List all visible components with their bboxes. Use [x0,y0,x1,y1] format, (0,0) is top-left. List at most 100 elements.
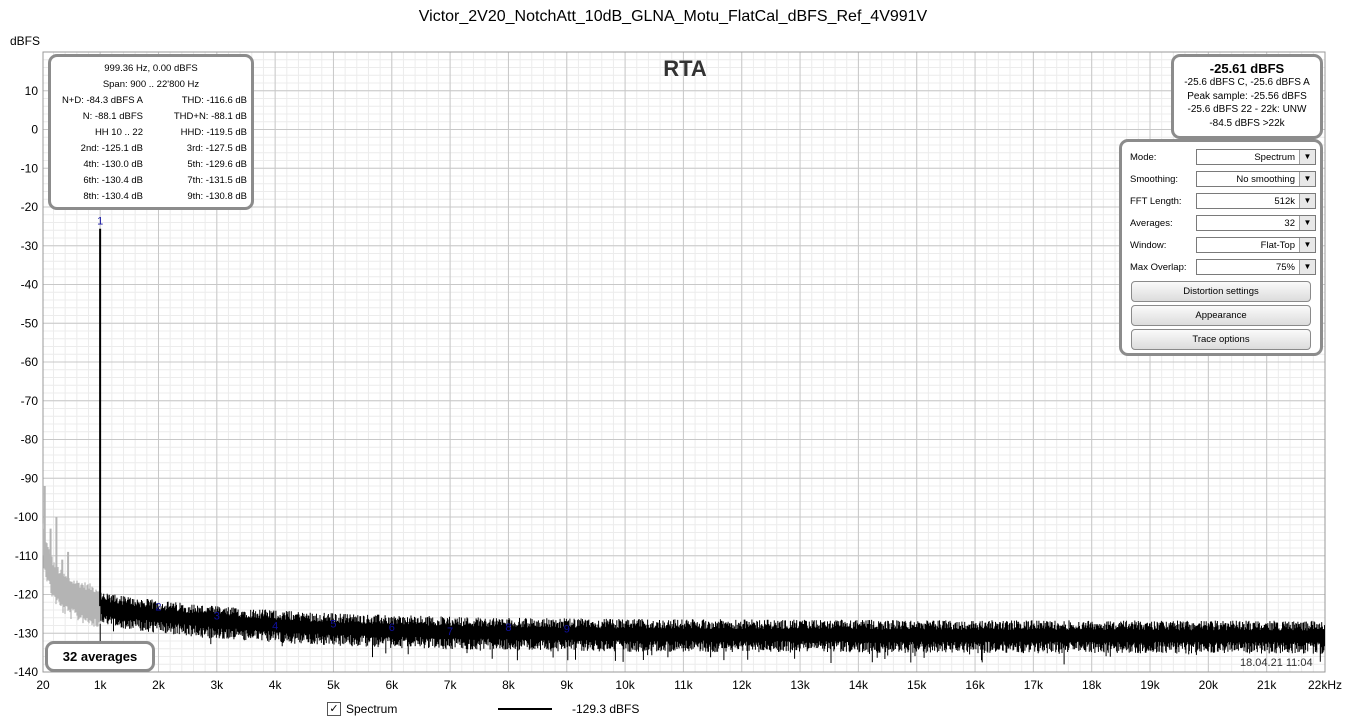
y-tick-label: -120 [14,588,38,602]
harmonic-5-readout: 5th: -129.6 dB [187,159,247,170]
fft-length-select[interactable]: 512k ▼ [1196,193,1316,209]
appearance-button[interactable]: Appearance [1131,305,1311,326]
x-tick-label: 5k [327,678,341,692]
chevron-down-icon[interactable]: ▼ [1299,150,1315,164]
x-tick-label: 14k [849,678,869,692]
averages-select[interactable]: 32 ▼ [1196,215,1316,231]
harmonic-marker-label: 6 [389,622,395,634]
chevron-down-icon[interactable]: ▼ [1299,172,1315,186]
x-tick-label: 7k [444,678,458,692]
y-tick-label: -130 [14,626,38,640]
harmonic-marker-label: 8 [505,622,511,634]
x-tick-label: 16k [965,678,985,692]
window-select[interactable]: Flat-Top ▼ [1196,237,1316,253]
averages-value: 32 [1284,218,1295,229]
x-tick-label: 21k [1257,678,1277,692]
max-overlap-value: 75% [1275,262,1295,273]
level-main-readout: -25.61 dBFS [1209,61,1285,76]
distortion-settings-button[interactable]: Distortion settings [1131,281,1311,302]
y-tick-label: -60 [21,355,39,369]
fft-length-value: 512k [1274,196,1295,207]
smoothing-select[interactable]: No smoothing ▼ [1196,171,1316,187]
x-tick-label: 13k [790,678,810,692]
rta-controls-panel: Mode: Spectrum ▼ Smoothing: No smoothing ▼… [1119,139,1323,356]
legend-line-swatch [498,708,552,710]
x-tick-label: 9k [560,678,574,692]
noise-readout: N: -88.1 dBFS [82,111,143,122]
averages-count-badge: 32 averages [45,641,155,672]
mode-value: Spectrum [1254,152,1295,163]
chevron-down-icon[interactable]: ▼ [1299,260,1315,274]
x-tick-label: 2k [152,678,166,692]
harmonic-marker-label: 7 [447,626,453,638]
mode-select[interactable]: Spectrum ▼ [1196,149,1316,165]
y-tick-label: -90 [21,471,39,485]
level-readout-panel: -25.61 dBFS -25.6 dBFS C, -25.6 dBFS A P… [1171,54,1323,139]
x-tick-label: 1k [94,678,108,692]
band-level-readout: -25.6 dBFS 22 - 22k: UNW [1187,104,1307,115]
checkmark-icon: ✓ [329,703,339,715]
span-readout: Span: 900 .. 22'800 Hz [102,79,200,90]
spectrum-checkbox[interactable]: ✓ [327,702,341,716]
averages-row: Averages: 32 ▼ [1130,215,1316,233]
hhd-readout: HHD: -119.5 dB [180,127,247,138]
chevron-down-icon[interactable]: ▼ [1299,238,1315,252]
level-weighted-readout: -25.6 dBFS C, -25.6 dBFS A [1184,77,1310,88]
fft-length-row: FFT Length: 512k ▼ [1130,193,1316,211]
smoothing-value: No smoothing [1236,174,1295,185]
mode-row: Mode: Spectrum ▼ [1130,149,1316,167]
thd-readout: THD: -116.6 dB [181,95,247,106]
harmonic-marker-label: 9 [564,623,570,635]
x-tick-label: 19k [1140,678,1160,692]
x-tick-label: 20k [1199,678,1219,692]
x-tick-label: 6k [385,678,399,692]
max-overlap-select[interactable]: 75% ▼ [1196,259,1316,275]
x-tick-label: 15k [907,678,927,692]
x-tick-label: 20 [36,678,50,692]
rta-watermark: RTA [663,56,707,81]
y-tick-label: -140 [14,665,38,679]
trace-options-button[interactable]: Trace options [1131,329,1311,350]
y-tick-label: -40 [21,278,39,292]
y-tick-label: -70 [21,394,39,408]
x-tick-label: 17k [1024,678,1044,692]
x-tick-label: 11k [674,678,693,692]
window-value: Flat-Top [1260,240,1295,251]
y-tick-label: -50 [21,316,39,330]
y-tick-label: -10 [21,161,39,175]
harmonic-3-readout: 3rd: -127.5 dB [186,143,247,154]
harmonic-4-readout: 4th: -130.0 dB [83,159,143,170]
harmonic-marker-label: 3 [214,611,220,623]
x-tick-label: 4k [269,678,283,692]
harmonic-marker-label: 4 [272,620,278,632]
chevron-down-icon[interactable]: ▼ [1299,194,1315,208]
above-band-readout: -84.5 dBFS >22k [1209,117,1285,129]
averages-label: Averages: [1130,218,1173,229]
y-tick-label: -100 [14,510,38,524]
mode-label: Mode: [1130,152,1157,163]
y-tick-label: 10 [25,84,39,98]
max-overlap-label: Max Overlap: [1130,262,1187,273]
y-tick-label: -80 [21,433,39,447]
legend-series-value: -129.3 dBFS [572,702,640,716]
legend-series-label: Spectrum [346,702,398,716]
fft-length-label: FFT Length: [1130,196,1182,207]
y-tick-label: -110 [15,549,38,563]
peak-sample-readout: Peak sample: -25.56 dBFS [1187,90,1307,102]
chevron-down-icon[interactable]: ▼ [1299,216,1315,230]
harmonic-9-readout: 9th: -130.8 dB [187,191,247,202]
x-tick-label: 22kHz [1308,678,1342,692]
thdn-readout: THD+N: -88.1 dB [173,111,247,122]
harmonic-marker-label: 2 [155,601,161,613]
nd-readout: N+D: -84.3 dBFS A [61,95,143,106]
harmonic-marker-label: 1 [97,216,103,228]
x-tick-label: 12k [732,678,752,692]
harmonic-7-readout: 7th: -131.5 dB [187,175,247,186]
window-row: Window: Flat-Top ▼ [1130,237,1316,255]
harmonic-marker-label: 5 [330,619,336,631]
y-tick-label: -30 [21,239,39,253]
x-tick-label: 8k [502,678,516,692]
y-tick-label: -20 [21,200,39,214]
x-tick-label: 18k [1082,678,1102,692]
timestamp: 18.04.21 11:04 [1240,657,1313,669]
